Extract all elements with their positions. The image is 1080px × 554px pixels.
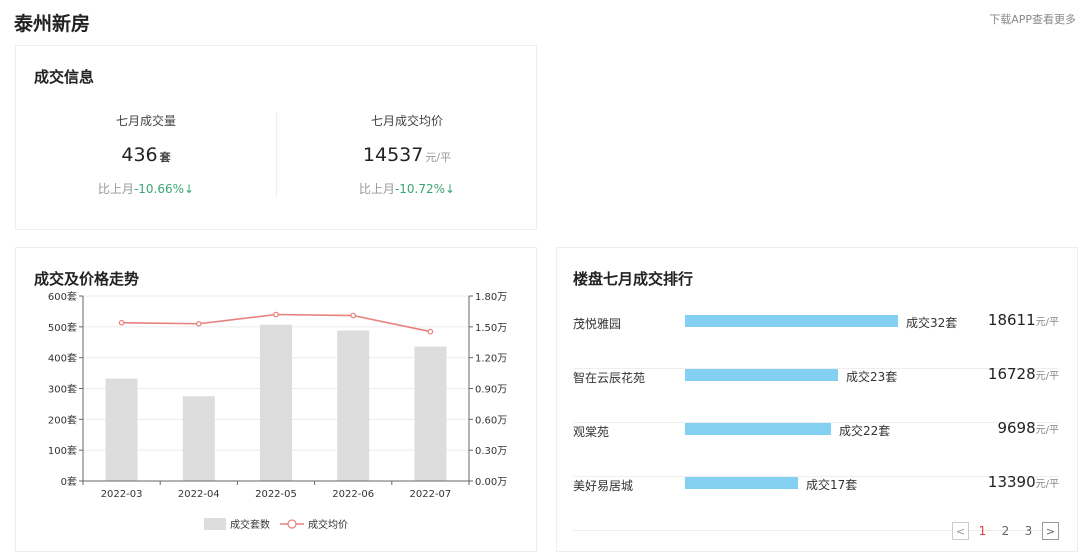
ranking-price-unit: 元/平 xyxy=(1035,317,1059,328)
deal-info-title: 成交信息 xyxy=(34,68,95,86)
ranking-count: 成交17套 xyxy=(806,478,858,492)
price-point xyxy=(118,319,125,326)
bar-mark xyxy=(414,346,447,481)
bar-mark xyxy=(260,324,292,481)
y-right-tick-label: 1.80万 xyxy=(475,292,507,303)
legend-bar-label: 成交套数 xyxy=(230,518,270,531)
legend-line-marker xyxy=(287,519,297,529)
price-point xyxy=(427,328,434,335)
ranking-card: 楼盘七月成交排行 茂悦雅园 成交32套 18611元/平 智在云辰花苑 成交23套 167… xyxy=(556,247,1078,552)
next-page-button[interactable]: > xyxy=(1042,522,1059,540)
price-label: 七月成交均价 xyxy=(370,114,443,128)
ranking-item-name[interactable]: 茂悦雅园 xyxy=(573,315,621,332)
price-point xyxy=(273,311,279,318)
ranking-price: 13390元/平 xyxy=(988,473,1059,491)
bar-mark xyxy=(182,396,215,481)
y-left-tick-label: 0套 xyxy=(61,475,77,488)
ranking-bar xyxy=(685,369,838,381)
legend-line-label: 成交均价 xyxy=(308,518,348,531)
legend-bar-swatch xyxy=(204,518,226,530)
y-left-tick-label: 400套 xyxy=(48,352,77,365)
ranking-count: 成交23套 xyxy=(846,370,898,384)
y-right-tick-label: 0.60万 xyxy=(475,415,507,426)
prev-page-button[interactable]: < xyxy=(952,522,969,540)
y-right-tick-label: 1.20万 xyxy=(475,354,507,365)
download-app-link[interactable]: 下载APP查看更多 xyxy=(989,11,1076,27)
ranking-price-unit: 元/平 xyxy=(1035,425,1059,436)
ranking-row[interactable]: 观棠苑 成交22套 9698元/平 xyxy=(573,419,1059,477)
x-tick-label: 2022-05 xyxy=(255,489,297,500)
page-1-button[interactable]: 1 xyxy=(973,524,992,538)
ranking-bar xyxy=(685,315,898,327)
y-right-tick-label: 0.90万 xyxy=(475,385,507,396)
ranking-price: 18611元/平 xyxy=(988,311,1059,329)
price-value-line: 14537 元/平 xyxy=(277,144,537,166)
ranking-row[interactable]: 茂悦雅园 成交32套 18611元/平 xyxy=(573,311,1059,369)
x-tick-label: 2022-03 xyxy=(101,489,143,500)
price-stat: 七月成交均价 14537 元/平 比上月-10.72%↓ xyxy=(277,112,537,197)
price-value: 14537 xyxy=(362,144,424,166)
ranking-item-name[interactable]: 观棠苑 xyxy=(573,423,609,440)
y-left-tick-label: 200套 xyxy=(48,413,77,426)
price-change: -10.72%↓ xyxy=(394,182,456,196)
price-unit: 元/平 xyxy=(425,151,452,164)
y-left-tick-label: 100套 xyxy=(48,444,77,457)
trend-chart: 0套 100套 200套 300套 400套 500套 600套 0.00万 0.30万 0.60… xyxy=(48,290,507,531)
volume-value: 436 xyxy=(121,144,158,166)
price-compare-prefix: 比上月 xyxy=(358,182,395,196)
ranking-item-name[interactable]: 美好易居城 xyxy=(573,477,633,494)
y-right-tick-label: 1.50万 xyxy=(475,323,507,334)
page-3-button[interactable]: 3 xyxy=(1019,524,1038,538)
y-left-tick-label: 600套 xyxy=(48,290,77,303)
y-left-tick-label: 500套 xyxy=(48,321,77,334)
volume-stat: 七月成交量 436 套 比上月-10.66%↓ xyxy=(16,112,276,197)
ranking-price: 9698元/平 xyxy=(997,419,1059,437)
y-right-tick-label: 0.00万 xyxy=(475,477,507,488)
ranking-bar xyxy=(685,423,831,435)
ranking-price-value: 9698 xyxy=(997,419,1036,437)
page-2-button[interactable]: 2 xyxy=(996,524,1015,538)
ranking-price-unit: 元/平 xyxy=(1035,479,1059,490)
ranking-count: 成交32套 xyxy=(906,316,958,330)
ranking-price-value: 16728 xyxy=(987,365,1036,383)
ranking-title: 楼盘七月成交排行 xyxy=(573,270,694,288)
volume-unit: 套 xyxy=(159,151,171,164)
trend-card: 成交及价格走势 0套 100套 200套 300套 400套 500套 600套 0.00万 0… xyxy=(15,247,537,552)
ranking-price-unit: 元/平 xyxy=(1035,371,1059,382)
y-right-tick-label: 0.30万 xyxy=(475,446,507,457)
price-point xyxy=(350,312,357,319)
volume-change-line: 比上月-10.66%↓ xyxy=(16,180,276,197)
ranking-item-name[interactable]: 智在云辰花苑 xyxy=(573,369,645,386)
x-tick-label: 2022-07 xyxy=(410,489,452,500)
ranking-price-value: 18611 xyxy=(987,311,1036,329)
price-change-line: 比上月-10.72%↓ xyxy=(277,180,537,197)
pagination: < 1 2 3 > xyxy=(952,522,1059,540)
x-tick-label: 2022-04 xyxy=(178,489,220,500)
volume-label: 七月成交量 xyxy=(115,114,176,128)
ranking-row[interactable]: 智在云辰花苑 成交23套 16728元/平 xyxy=(573,365,1059,423)
volume-change: -10.66%↓ xyxy=(133,182,195,196)
ranking-price: 16728元/平 xyxy=(988,365,1059,383)
ranking-bar xyxy=(685,477,798,489)
deal-info-card: 成交信息 七月成交量 436 套 比上月-10.66%↓ 七月成交均价 14537… xyxy=(15,45,537,230)
ranking-count: 成交22套 xyxy=(839,424,891,438)
volume-compare-prefix: 比上月 xyxy=(97,182,134,196)
x-tick-label: 2022-06 xyxy=(332,489,374,500)
price-point xyxy=(196,320,202,327)
ranking-price-value: 13390 xyxy=(987,473,1036,491)
page-title: 泰州新房 xyxy=(14,13,91,35)
y-left-tick-label: 300套 xyxy=(48,383,77,396)
bar-mark xyxy=(337,330,370,481)
bar-mark xyxy=(105,378,138,481)
volume-value-line: 436 套 xyxy=(16,144,276,166)
